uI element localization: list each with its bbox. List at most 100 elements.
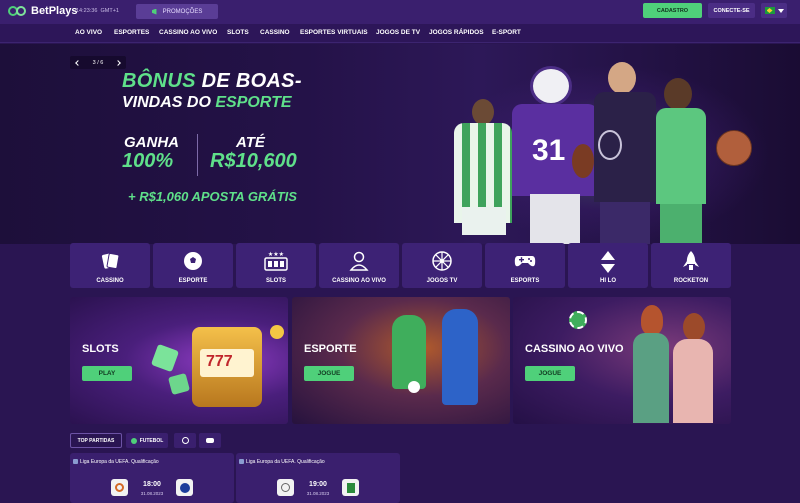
brazil-flag-icon [764, 7, 775, 14]
nav-item-ao-vivo[interactable]: AO VIVO [75, 29, 102, 36]
main-nav: AO VIVO ESPORTES CASSINO AO VIVO SLOTS C… [0, 24, 800, 43]
category-label: ESPORTE [178, 278, 208, 284]
promotions-label: PROMOÇÕES [162, 8, 203, 15]
coin-illustration [270, 325, 284, 339]
category-esporte[interactable]: ESPORTE [153, 243, 233, 288]
category-label: CASSINO AO VIVO [332, 278, 386, 284]
league-flag-icon [239, 459, 244, 464]
match-time: 18:00 [143, 481, 161, 488]
nav-item-esportes[interactable]: ESPORTES [114, 29, 149, 36]
nav-item-cassino-ao-vivo[interactable]: CASSINO AO VIVO [159, 29, 217, 36]
soccer-player-green-illustration [392, 315, 426, 389]
nav-item-slots[interactable]: SLOTS [227, 29, 249, 36]
tennis-ball-icon [181, 437, 189, 444]
dealer-icon [349, 251, 369, 271]
tab-label: FUTEBOL [139, 437, 164, 444]
promo-title: ESPORTE [304, 343, 357, 355]
brand-logo[interactable]: BetPlays [8, 4, 77, 18]
nav-item-esportes-virtuais[interactable]: ESPORTES VIRTUAIS [300, 29, 368, 36]
category-label: ESPORTS [510, 278, 540, 284]
category-cassino-ao-vivo[interactable]: CASSINO AO VIVO [319, 243, 399, 288]
hero-title-line1: BÔNUS DE BOAS- [122, 70, 302, 92]
category-rocketon[interactable]: ROCKETON [651, 243, 731, 288]
player-tennis-illustration [594, 62, 656, 244]
match-card[interactable]: Liga Europa da UEFA. Qualificação 19:00 … [236, 453, 400, 503]
jogue-button[interactable]: JOGUE [304, 366, 354, 381]
jogue-button[interactable]: JOGUE [525, 366, 575, 381]
category-slots[interactable]: ★★★ SLOTS [236, 243, 316, 288]
logo-icon [8, 4, 28, 18]
play-button[interactable]: PLAY [82, 366, 132, 381]
chevron-left-icon[interactable] [75, 59, 81, 66]
category-cassino[interactable]: CASSINO [70, 243, 150, 288]
hero-ganha-label: GANHA [124, 134, 179, 151]
cards-icon [101, 252, 120, 270]
promotions-button[interactable]: PROMOÇÕES [136, 4, 218, 19]
dealer-woman-illustration [633, 305, 669, 423]
soccer-player-blue-illustration [442, 309, 478, 405]
hero-bonus-line: + R$1,060 APOSTA GRÁTIS [128, 189, 297, 204]
nav-item-jogos-rapidos[interactable]: JOGOS RÁPIDOS [429, 29, 484, 36]
match-league: Liga Europa da UEFA. Qualificação [246, 459, 325, 465]
soccer-ball-icon [184, 252, 202, 270]
match-time: 19:00 [309, 481, 327, 488]
match-date: 31.08.2023 [306, 491, 330, 496]
slot-machine-icon: ★★★ [264, 251, 288, 271]
dice-illustration [167, 372, 191, 396]
clock: 14:23:36 GMT+1 [76, 8, 119, 14]
promo-card-cassino-ao-vivo[interactable]: CASSINO AO VIVO JOGUE [513, 297, 731, 424]
match-card[interactable]: Liga Europa da UEFA. Qualificação 18:00 … [70, 453, 234, 503]
wheel-icon [432, 251, 452, 271]
promo-card-esporte[interactable]: ESPORTE JOGUE [292, 297, 510, 424]
category-esports[interactable]: ESPORTS [485, 243, 565, 288]
team-logo-icon [277, 479, 294, 496]
gamepad-icon [206, 438, 214, 443]
basketball-icon [716, 130, 752, 166]
slider-control: 3 / 6 [70, 56, 126, 69]
tab-top-partidas[interactable]: TOP PARTIDAS [70, 433, 122, 448]
chevron-down-icon [777, 8, 784, 13]
promo-title: SLOTS [82, 343, 119, 355]
slider-position: 3 / 6 [92, 59, 104, 66]
tab-esports[interactable] [199, 433, 221, 448]
team-logo-icon [111, 479, 128, 496]
svg-text:★★★: ★★★ [268, 251, 284, 258]
soccer-ball-icon [408, 381, 420, 393]
hero-banner[interactable]: 3 / 6 BÔNUS DE BOAS- VINDAS DO ESPORTE G… [0, 44, 800, 244]
hero-amount: R$10,600 [210, 150, 297, 172]
nav-item-e-sport[interactable]: E-SPORT [492, 29, 521, 36]
category-label: ROCKETON [673, 278, 709, 284]
top-bar: BetPlays 14:23:36 GMT+1 PROMOÇÕES CADAST… [0, 0, 800, 24]
match-league: Liga Europa da UEFA. Qualificação [80, 459, 159, 465]
nav-item-jogos-de-tv[interactable]: JOGOS DE TV [376, 29, 420, 36]
up-down-arrows-icon [601, 251, 615, 273]
slot-machine-illustration: 777 [192, 327, 262, 407]
team-logo-icon [342, 479, 359, 496]
brand-name: BetPlays [31, 5, 78, 17]
gamepad-icon [514, 256, 536, 267]
category-label: HI LO [600, 278, 616, 284]
football-ball-icon [572, 144, 594, 178]
category-label: SLOTS [265, 278, 286, 284]
signup-button[interactable]: CADASTRO [643, 3, 702, 18]
megaphone-icon [151, 8, 157, 15]
match-date: 31.08.2023 [140, 491, 164, 496]
category-jogos-tv[interactable]: JOGOS TV [402, 243, 482, 288]
chevron-right-icon[interactable] [115, 59, 121, 66]
tab-tennis[interactable] [174, 433, 196, 448]
team-logo-icon [176, 479, 193, 496]
dice-illustration [150, 343, 180, 373]
category-label: CASSINO [96, 278, 124, 284]
player-basketball-illustration [650, 78, 714, 244]
login-button[interactable]: CONECTE-SE [708, 3, 755, 18]
hero-divider [197, 134, 198, 176]
jersey-number: 31 [532, 134, 566, 167]
language-selector[interactable] [761, 3, 787, 18]
promo-card-slots[interactable]: 777 SLOTS PLAY [70, 297, 288, 424]
category-hi-lo[interactable]: HI LO [568, 243, 648, 288]
tab-futebol[interactable]: FUTEBOL [126, 433, 168, 448]
soccer-ball-icon [130, 437, 137, 444]
rocket-icon [683, 251, 699, 270]
nav-item-cassino[interactable]: CASSINO [260, 29, 290, 36]
category-label: JOGOS TV [426, 278, 458, 284]
